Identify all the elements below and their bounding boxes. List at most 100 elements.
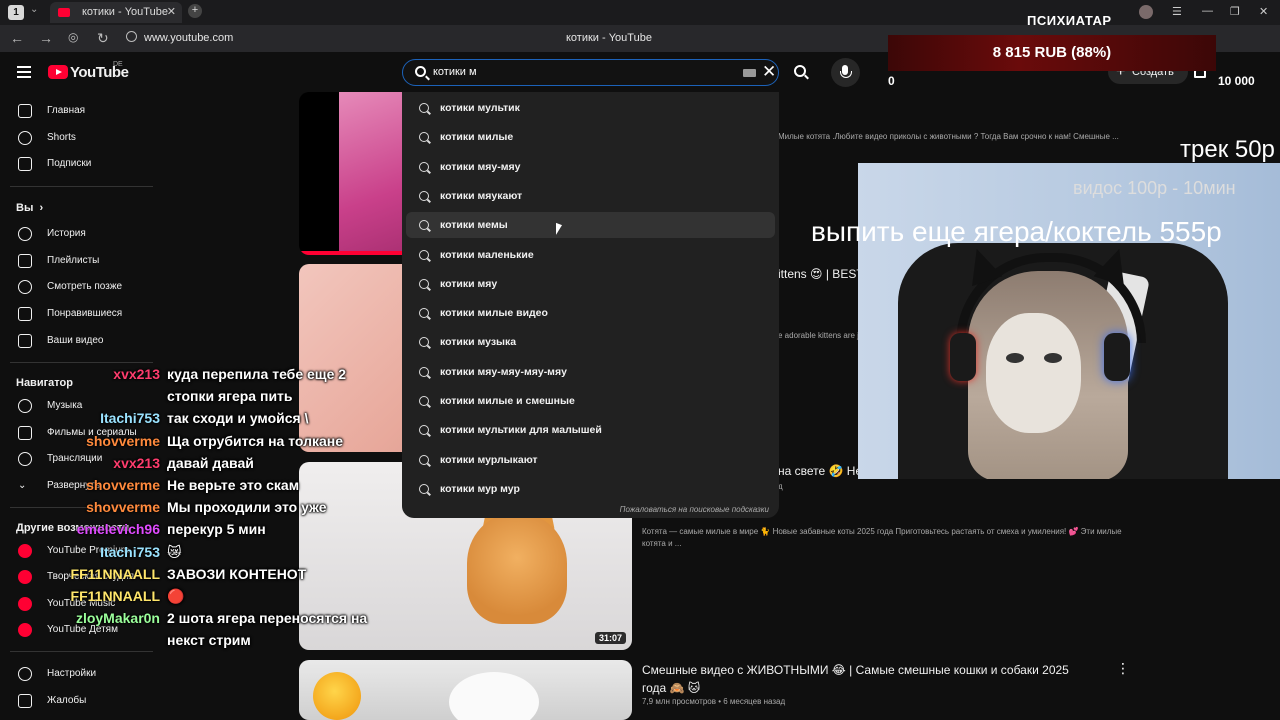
shorts-icon	[18, 131, 32, 145]
search-icon	[419, 337, 429, 348]
home-icon	[18, 104, 32, 118]
sidebar-you-header[interactable]: Вы ›	[16, 202, 43, 214]
maximize-icon[interactable]: ❐	[1230, 5, 1240, 18]
site-info-icon[interactable]	[126, 31, 137, 42]
cat-image	[449, 672, 539, 720]
sidebar-item-watch-later[interactable]: Смотреть позже	[0, 274, 155, 300]
video-title[interactable]: Смешные видео с ЖИВОТНЫМИ 😂 | Самые смеш…	[642, 661, 1082, 697]
laughing-emoji-icon	[313, 672, 361, 720]
search-button[interactable]	[785, 59, 815, 86]
chat-username-box: shovverme	[0, 433, 160, 453]
suggestion-label: котики милые видео	[440, 307, 548, 320]
reload-icon[interactable]: ↻	[97, 30, 109, 47]
voice-search-mic-icon[interactable]	[831, 58, 860, 87]
your-videos-icon	[18, 334, 32, 348]
flag-icon	[18, 694, 32, 708]
skull-mask-eye	[1006, 353, 1024, 363]
chat-message: xvx213 куда перепила тебе еще 2	[0, 366, 560, 386]
video-title[interactable]: на свете 🤣 Не	[778, 464, 862, 478]
search-suggestion-item[interactable]: котики мяу	[406, 271, 775, 297]
chat-username: Itachi753	[100, 410, 160, 427]
chat-message: Itachi753 так сходи и умойся \	[0, 410, 560, 430]
search-suggestion-item[interactable]: котики маленькие	[406, 242, 775, 268]
sidebar-item-settings[interactable]: Настройки	[0, 661, 155, 687]
search-suggestion-item[interactable]: котики мяукают	[406, 183, 775, 209]
search-query[interactable]: котики м	[433, 66, 477, 78]
overlay-price-track: трек 50р	[1180, 136, 1275, 163]
chat-message: shovverme Мы проходили это уже	[0, 499, 560, 519]
menu-icon[interactable]: ☰	[1172, 5, 1182, 18]
chat-message: zloyMakar0n 2 шота ягера переносятся на	[0, 610, 560, 630]
youtube-favicon-icon	[58, 8, 70, 17]
chat-text: ЗАВОЗИ КОНТЕНОТ	[167, 565, 307, 582]
tab-title: котики - YouTube	[82, 6, 168, 18]
donation-goal-text: 8 815 RUB (88%)	[992, 44, 1112, 61]
suggestion-label: котики маленькие	[440, 248, 534, 261]
search-icon	[419, 278, 429, 289]
history-icon	[18, 227, 32, 241]
chat-message: стопки ягера пить	[0, 388, 560, 408]
sidebar-item-label: История	[47, 228, 86, 239]
chat-text: 2 шота ягера переносятся на	[167, 610, 368, 627]
sidebar-item-playlists[interactable]: Плейлисты	[0, 248, 155, 274]
search-icon	[415, 66, 426, 77]
url-field[interactable]: www.youtube.com	[144, 32, 233, 44]
tab-close-icon[interactable]: ✕	[167, 5, 176, 18]
browser-tab-active[interactable]: котики - YouTube ✕	[50, 2, 182, 23]
sidebar-item-shorts[interactable]: Shorts	[0, 125, 155, 151]
profile-avatar[interactable]	[1139, 5, 1153, 19]
video-title[interactable]: ittens 😍 | BEST	[778, 267, 864, 281]
chat-text: Мы проходили это уже	[167, 499, 327, 516]
minimize-icon[interactable]: —	[1202, 5, 1213, 17]
new-tab-icon[interactable]: +	[188, 4, 202, 18]
chat-username-box: shovverme	[0, 477, 160, 497]
search-icon	[419, 220, 429, 231]
back-arrow-icon[interactable]: ←	[10, 30, 24, 46]
search-suggestion-item[interactable]: котики мультик	[406, 95, 775, 121]
chat-text: стопки ягера пить	[167, 388, 293, 405]
chat-message: emelevich96 перекур 5 мин	[0, 521, 560, 541]
video-thumbnail[interactable]	[299, 660, 632, 720]
report-suggestions-link[interactable]: Пожаловаться на поисковые подсказки	[620, 505, 769, 514]
search-input[interactable]: котики м ✕	[402, 59, 779, 86]
headset-earcup	[1104, 333, 1130, 381]
chat-username-box	[0, 632, 160, 652]
keyboard-icon[interactable]	[743, 69, 756, 77]
tab-list-chevron-icon[interactable]: ⌄	[30, 4, 38, 15]
chat-username-box: shovverme	[0, 499, 160, 519]
video-description: Котята — самые милые в мире 🐈 Новые заба…	[642, 527, 1122, 548]
chat-username-box: xvx213	[0, 366, 160, 386]
sidebar-item-label: Подписки	[47, 158, 92, 169]
guide-menu-icon[interactable]	[17, 66, 31, 78]
shield-icon[interactable]: ◎	[68, 30, 78, 44]
search-suggestion-item[interactable]: котики милые	[406, 124, 775, 150]
search-suggestion-item[interactable]: котики музыка	[406, 329, 775, 355]
workspace-badge[interactable]: 1	[8, 5, 24, 20]
search-icon	[419, 190, 429, 201]
sidebar-item-label: Плейлисты	[47, 255, 100, 266]
sidebar-item-subscriptions[interactable]: Подписки	[0, 151, 155, 177]
search-suggestion-item[interactable]: котики мяу-мяу	[406, 154, 775, 180]
search-suggestion-item[interactable]: котики милые видео	[406, 300, 775, 326]
search-icon	[794, 65, 806, 77]
chat-username: FF11NNAALL	[70, 565, 160, 582]
sidebar-item-home[interactable]: Главная	[0, 98, 155, 124]
chat-message: Itachi753 😿	[0, 544, 560, 564]
chat-username-box: zloyMakar0n	[0, 610, 160, 630]
search-suggestion-item[interactable]: котики мемы	[406, 212, 775, 239]
video-description: Милые котята .Любите видео приколы с жив…	[778, 132, 1119, 141]
overlay-price-drink: выпить еще ягера/коктель 555р	[811, 216, 1222, 247]
sidebar-item-liked[interactable]: Понравившиеся	[0, 301, 155, 327]
sidebar-item-report[interactable]: Жалобы	[0, 688, 155, 714]
forward-arrow-icon[interactable]: →	[39, 30, 53, 46]
search-icon	[419, 161, 429, 172]
sidebar-item-history[interactable]: История	[0, 221, 155, 247]
chat-text: Ща отрубится на толкане	[167, 432, 344, 449]
clear-search-icon[interactable]: ✕	[762, 62, 776, 82]
window-close-icon[interactable]: ✕	[1259, 5, 1268, 18]
sidebar-item-label: Настройки	[47, 668, 97, 679]
chat-text: давай давай	[167, 454, 254, 471]
more-actions-icon[interactable]: ⋮	[1116, 660, 1130, 677]
youtube-logo-icon[interactable]	[48, 65, 68, 79]
sidebar-item-your-videos[interactable]: Ваши видео	[0, 328, 155, 354]
